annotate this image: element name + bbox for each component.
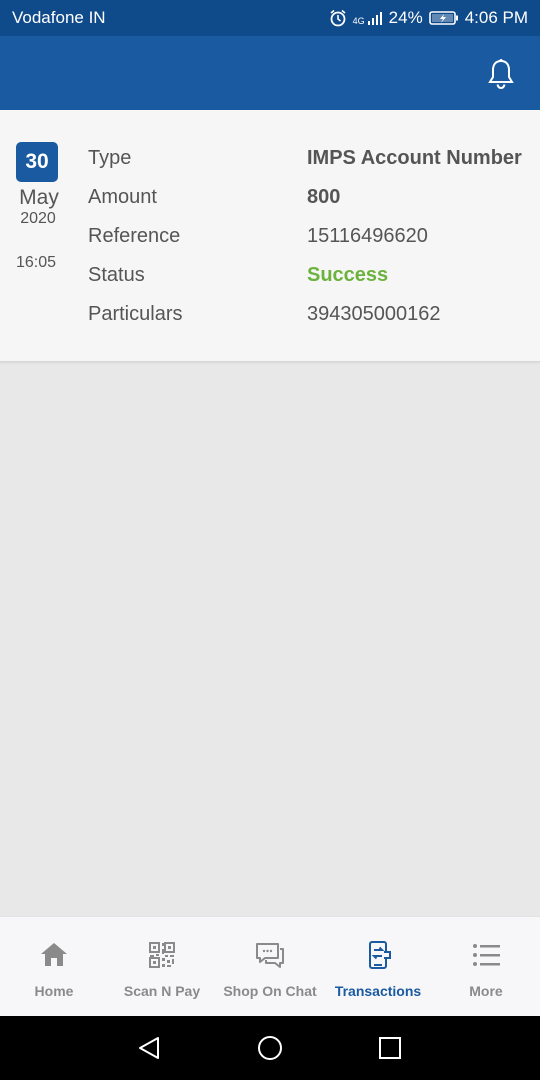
- date-year: 2020: [20, 210, 56, 227]
- nav-more[interactable]: More: [432, 917, 540, 1016]
- nav-label: Scan N Pay: [123, 983, 201, 999]
- status-bar: Vodafone IN 4G 24% 4:06 PM: [0, 0, 540, 36]
- back-icon[interactable]: [136, 1034, 164, 1062]
- detail-label: Particulars: [88, 302, 183, 325]
- nav-shop-on-chat[interactable]: Shop On Chat: [216, 917, 324, 1016]
- alarm-icon: [330, 9, 346, 27]
- detail-value: IMPS Account Number: [307, 146, 522, 169]
- nav-home[interactable]: Home: [0, 917, 108, 1016]
- nav-transactions[interactable]: Transactions: [324, 917, 432, 1016]
- signal-icon: [367, 12, 382, 25]
- date-month: May: [19, 186, 59, 209]
- detail-label: Status: [88, 263, 145, 286]
- date-day-badge: 30: [16, 142, 58, 182]
- detail-value: 800: [307, 185, 341, 208]
- nav-scan-n-pay[interactable]: Scan N Pay: [108, 917, 216, 1016]
- carrier-name: Vodafone IN: [12, 8, 106, 27]
- bottom-nav: Home Scan N Pay Shop On Chat Transaction…: [0, 916, 540, 1016]
- recents-icon[interactable]: [376, 1034, 404, 1062]
- detail-value: 15116496620: [307, 224, 428, 247]
- battery-icon: [428, 11, 458, 25]
- bell-icon[interactable]: [486, 58, 516, 90]
- battery-percent: 24%: [388, 8, 423, 27]
- transaction-time: 16:05: [15, 254, 57, 271]
- nav-label: More: [469, 983, 503, 999]
- clock: 4:06 PM: [464, 8, 528, 27]
- chat-icon: [256, 943, 284, 968]
- app-bar: [0, 36, 540, 110]
- transactions-icon: [369, 941, 391, 969]
- nav-label: Shop On Chat: [223, 983, 317, 999]
- android-nav-bar: [0, 1016, 540, 1080]
- detail-row-type: Type IMPS Account Number: [88, 143, 528, 173]
- home-icon: [41, 943, 67, 966]
- nav-label: Home: [34, 983, 74, 999]
- qr-code-icon: [149, 942, 175, 968]
- detail-row-particulars: Particulars 394305000162: [88, 299, 528, 329]
- home-circle-icon[interactable]: [256, 1034, 284, 1062]
- detail-row-amount: Amount 800: [88, 182, 528, 212]
- transaction-card[interactable]: 30 May 2020 16:05 Type IMPS Account Numb…: [0, 110, 540, 362]
- list-icon: [473, 944, 500, 966]
- detail-label: Amount: [88, 185, 157, 208]
- nav-label: Transactions: [334, 983, 422, 999]
- status-value: Success: [307, 263, 389, 286]
- detail-value: 394305000162: [307, 302, 441, 325]
- detail-row-status: Status Success: [88, 260, 528, 290]
- detail-label: Reference: [88, 224, 181, 247]
- detail-row-reference: Reference 15116496620: [88, 221, 528, 251]
- network-type: 4G: [352, 16, 365, 26]
- detail-label: Type: [88, 146, 132, 169]
